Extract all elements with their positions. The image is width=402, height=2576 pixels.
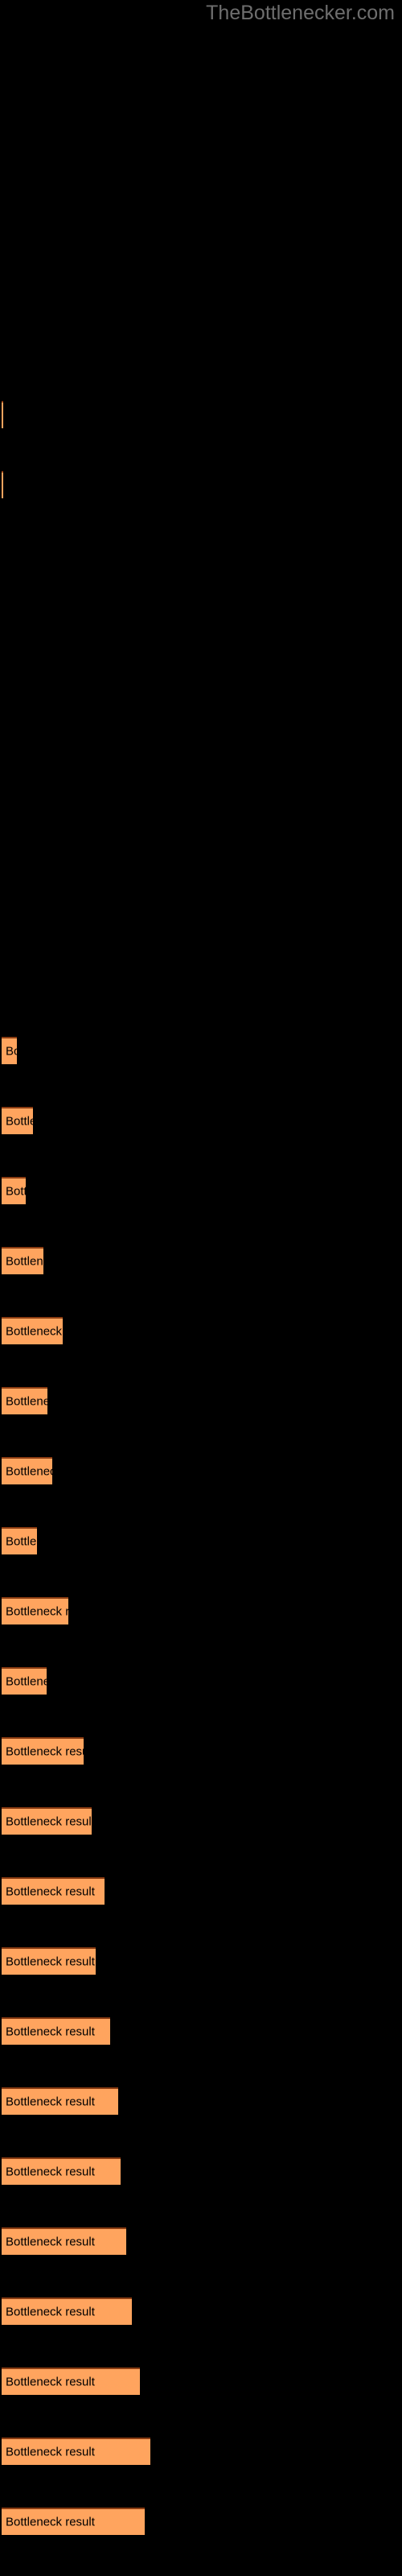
bar-row: Bottleneck result (2, 1317, 63, 1344)
bar-label: Bottleneck result (6, 1324, 63, 1339)
chart-bar: Bottleneck result (2, 1247, 43, 1274)
bar-label: Bottleneck result (6, 2235, 95, 2249)
chart-bar: Bottleneck result (2, 1947, 96, 1975)
bar-row: Bottleneck result (2, 1387, 47, 1414)
chart-bar: Bottleneck result (2, 1037, 17, 1064)
chart-bar: Bottleneck result (2, 1387, 47, 1414)
bar-label: Bottleneck result (6, 2095, 95, 2109)
chart-bar: Bottleneck result (2, 2087, 118, 2115)
chart-bar: Bottleneck result (2, 1667, 47, 1695)
bar-row: Bottleneck result (2, 2297, 132, 2325)
chart-bar: Bottleneck result (2, 1807, 92, 1835)
chart-bar: Bottleneck result (2, 1527, 37, 1554)
bar-label: Bottleneck result (6, 1044, 17, 1059)
bar-row: Bottleneck result (2, 2227, 126, 2255)
bar-label: Bottleneck result (6, 1254, 43, 1269)
bar-row: Bottleneck result (2, 1037, 17, 1064)
bar-label: Bottleneck result (6, 2445, 95, 2459)
chart-bar (2, 471, 3, 498)
chart-bar: Bottleneck result (2, 1457, 52, 1484)
bar-label: Bottleneck result (6, 1114, 33, 1129)
chart-bar: Bottleneck result (2, 1317, 63, 1344)
bar-row: Bottleneck result (2, 1597, 68, 1624)
bottleneck-bar-chart: Bottleneck result Bottleneck result Bottle… (0, 0, 402, 2576)
bar-label: Bottleneck result (6, 2025, 95, 2039)
bar-label: Bottleneck result (6, 2305, 95, 2319)
bar-row: Bottleneck result (2, 2017, 110, 2045)
chart-bar: Bottleneck result (2, 1597, 68, 1624)
bar-label: Bottleneck result (6, 1955, 95, 1969)
bar-label: Bottleneck result (6, 1464, 52, 1479)
chart-bar: Bottleneck result (2, 2438, 150, 2465)
bar-row: Bottleneck result (2, 2087, 118, 2115)
bar-row: Bottleneck result (2, 2368, 140, 2395)
bar-label: Bottleneck result (6, 2375, 95, 2389)
bar-label: Bottleneck result (6, 1534, 37, 1549)
bar-row (2, 401, 3, 428)
chart-bar: Bottleneck result (2, 2157, 121, 2185)
bar-row: Bottleneck result (2, 1107, 33, 1134)
bar-label: Bottleneck result (6, 1394, 47, 1409)
bar-row: Bottleneck result (2, 2508, 145, 2535)
chart-bar: Bottleneck result (2, 1177, 26, 1204)
chart-bar: Bottleneck result (2, 2227, 126, 2255)
bar-label: Bottleneck result (6, 2515, 95, 2529)
bar-label: Bottleneck result (6, 1604, 68, 1619)
bar-row: Bottleneck result (2, 2157, 121, 2185)
bar-row: Bottleneck result (2, 1457, 52, 1484)
bar-row: Bottleneck result (2, 1247, 43, 1274)
bar-row: Bottleneck result (2, 1877, 105, 1905)
bar-label: Bottleneck result (6, 1814, 92, 1829)
chart-bar: Bottleneck result (2, 1877, 105, 1905)
chart-bar: Bottleneck result (2, 2508, 145, 2535)
bar-row (2, 471, 3, 498)
bar-row: Bottleneck result (2, 1527, 37, 1554)
chart-bar: Bottleneck result (2, 2017, 110, 2045)
bar-row: Bottleneck result (2, 1667, 47, 1695)
bar-row: Bottleneck result (2, 1947, 96, 1975)
bar-row: Bottleneck result (2, 1737, 84, 1765)
chart-bar: Bottleneck result (2, 1107, 33, 1134)
bar-label: Bottleneck result (6, 1885, 95, 1899)
chart-bar: Bottleneck result (2, 2297, 132, 2325)
bar-row: Bottleneck result (2, 2438, 150, 2465)
chart-bar (2, 401, 3, 428)
bar-label: Bottleneck result (6, 1744, 84, 1759)
chart-bar: Bottleneck result (2, 1737, 84, 1765)
bar-label: Bottleneck result (6, 2165, 95, 2179)
chart-bar: Bottleneck result (2, 2368, 140, 2395)
bar-label: Bottleneck result (6, 1184, 26, 1199)
bar-label: Bottleneck result (6, 1674, 47, 1689)
bar-row: Bottleneck result (2, 1807, 92, 1835)
bar-row: Bottleneck result (2, 1177, 26, 1204)
